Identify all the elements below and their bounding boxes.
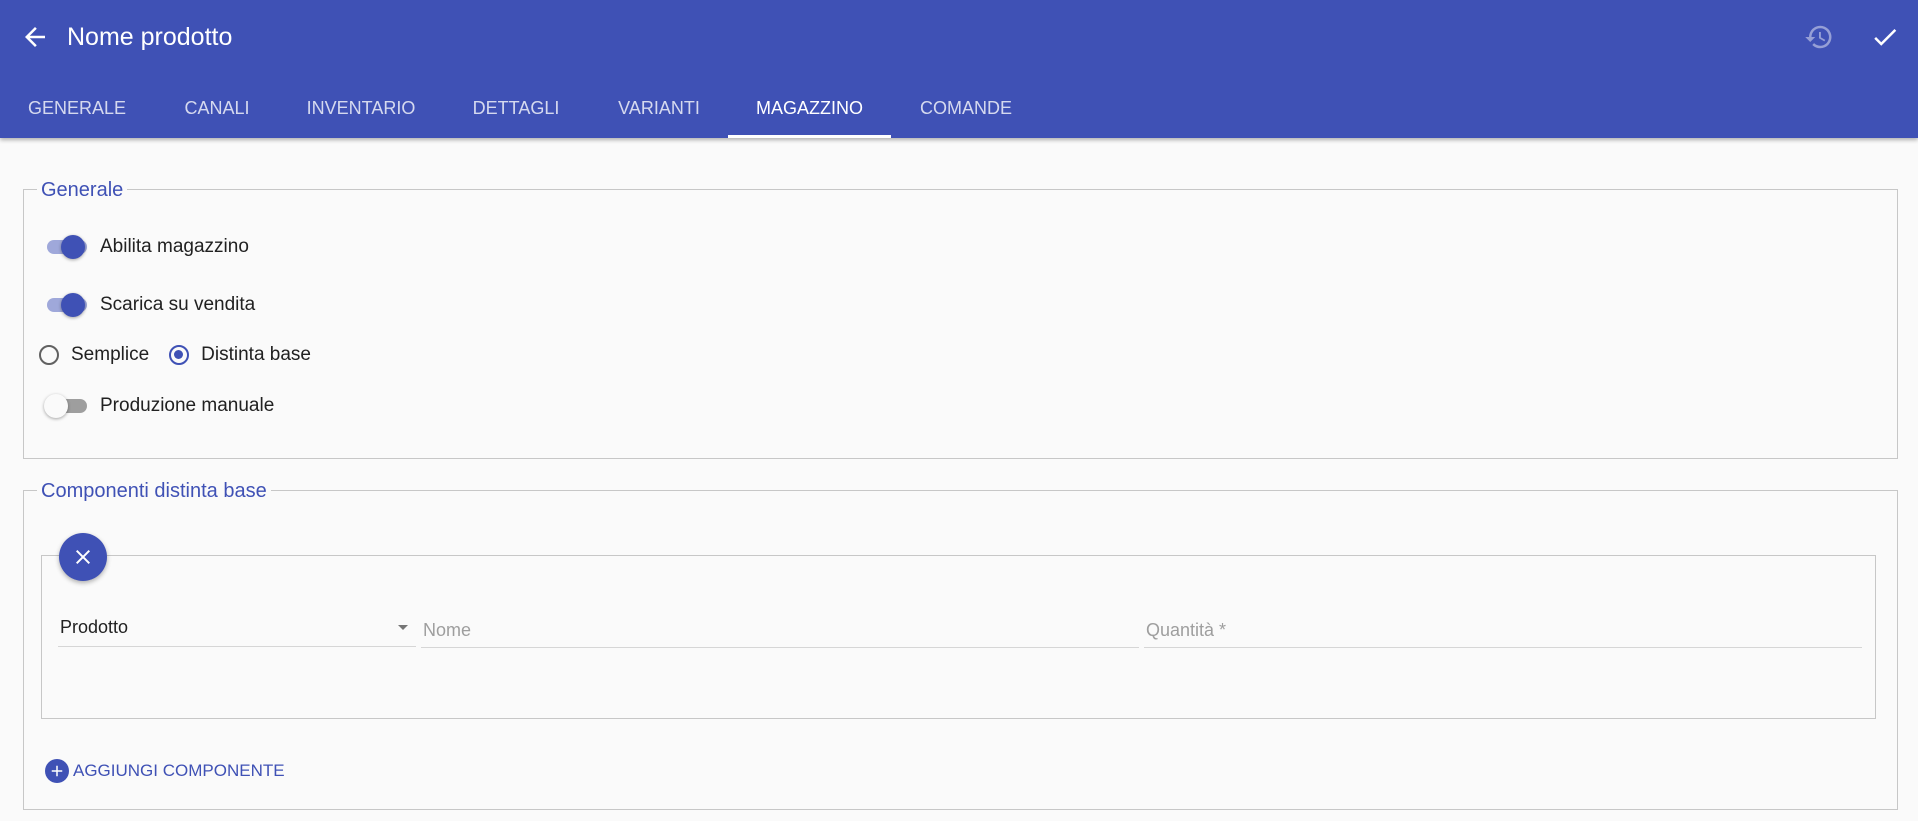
tab-generale[interactable]: GENERALE (0, 80, 154, 138)
quantita-placeholder: Quantità * (1146, 620, 1227, 640)
nome-input[interactable]: Nome (421, 614, 1139, 648)
remove-component-button[interactable] (59, 533, 107, 581)
restore-button[interactable] (1804, 22, 1834, 52)
prodotto-select[interactable]: Prodotto (58, 613, 416, 647)
nome-placeholder: Nome (423, 620, 472, 640)
abilita-magazzino-toggle[interactable]: Abilita magazzino (44, 232, 249, 262)
back-button[interactable] (20, 22, 50, 52)
generale-section: Generale Abilita magazzino Scarica su ve… (23, 178, 1898, 459)
componenti-legend: Componenti distinta base (37, 479, 271, 503)
restore-icon (1805, 25, 1832, 49)
radio-distinta-base[interactable]: Distinta base (169, 344, 311, 366)
radio-unchecked-icon (39, 345, 59, 365)
app-bar: Nome prodotto GENERALE CANALI INVENTARIO… (0, 0, 1918, 138)
radio-checked-icon (169, 345, 190, 365)
produzione-manuale-switch[interactable] (44, 391, 88, 421)
check-icon (1874, 28, 1897, 46)
add-component-button[interactable]: AGGIUNGI COMPONENTE (45, 759, 285, 783)
scarica-su-vendita-toggle[interactable]: Scarica su vendita (44, 290, 255, 320)
abilita-magazzino-switch[interactable] (44, 232, 88, 262)
componenti-section: Componenti distinta base Prodotto Nome Q… (23, 479, 1898, 810)
prodotto-select-value: Prodotto (60, 617, 129, 637)
save-button[interactable] (1870, 22, 1900, 52)
tab-comande[interactable]: COMANDE (891, 80, 1041, 138)
quantita-input[interactable]: Quantità * (1144, 614, 1862, 648)
scarica-su-vendita-label: Scarica su vendita (100, 294, 256, 315)
scarica-su-vendita-switch[interactable] (44, 290, 88, 320)
radio-semplice[interactable]: Semplice (39, 344, 149, 366)
produzione-manuale-toggle[interactable]: Produzione manuale (44, 391, 274, 421)
add-circle-icon (45, 759, 69, 783)
produzione-manuale-label: Produzione manuale (100, 395, 275, 416)
tipo-radio-group: Semplice Distinta base (39, 340, 331, 370)
generale-legend: Generale (37, 178, 128, 202)
radio-semplice-label: Semplice (71, 344, 150, 365)
abilita-magazzino-label: Abilita magazzino (100, 236, 249, 257)
page-title: Nome prodotto (67, 23, 233, 51)
tab-magazzino[interactable]: MAGAZZINO (728, 80, 891, 138)
tab-varianti[interactable]: VARIANTI (590, 80, 728, 138)
arrow-back-icon (25, 27, 45, 47)
add-component-label: AGGIUNGI COMPONENTE (73, 761, 285, 780)
tab-inventario[interactable]: INVENTARIO (280, 80, 442, 138)
component-row: Prodotto Nome Quantità * (41, 555, 1876, 719)
tab-dettagli[interactable]: DETTAGLI (442, 80, 590, 138)
dropdown-arrow-icon (398, 625, 408, 630)
tab-canali[interactable]: CANALI (154, 80, 280, 138)
close-icon (76, 550, 90, 564)
radio-distinta-base-label: Distinta base (201, 344, 311, 365)
